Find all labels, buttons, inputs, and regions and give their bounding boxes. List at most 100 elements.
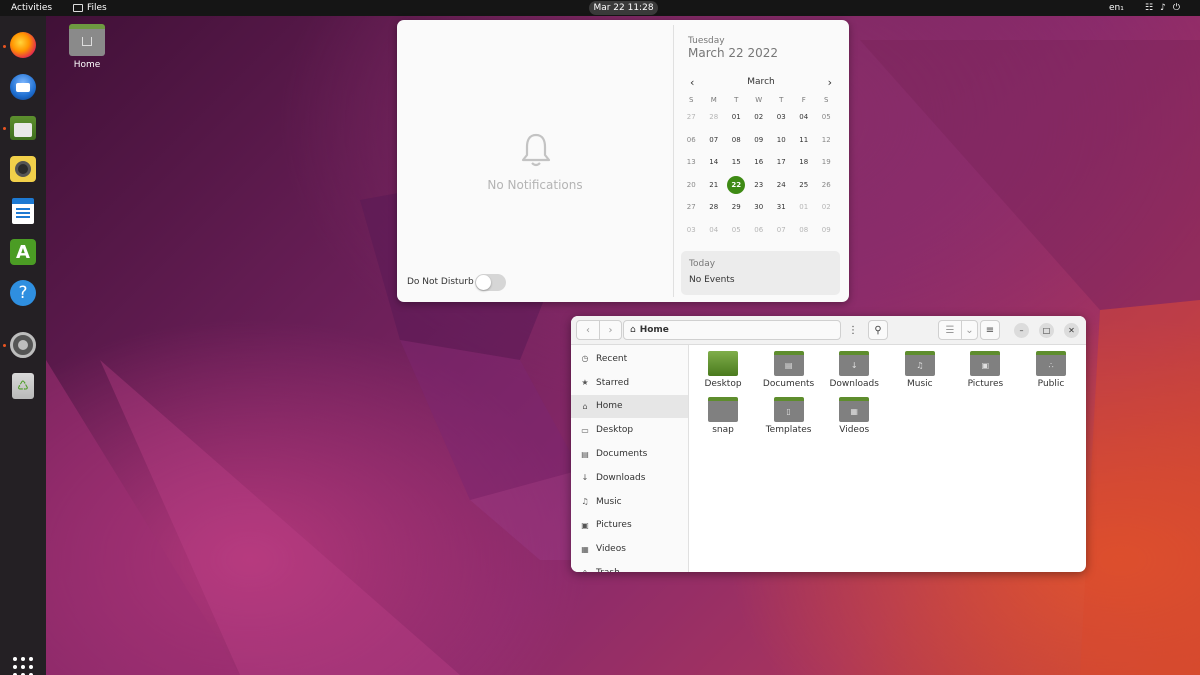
calendar-day[interactable]: 02 bbox=[815, 198, 838, 216]
show-apps-button[interactable] bbox=[13, 657, 33, 675]
calendar-day[interactable]: 20 bbox=[680, 176, 703, 194]
picture-icon: ▣ bbox=[581, 520, 589, 530]
calendar-day[interactable]: 27 bbox=[680, 198, 703, 216]
close-button[interactable]: ✕ bbox=[1064, 323, 1079, 338]
calendar-day[interactable]: 24 bbox=[770, 176, 793, 194]
sidebar-item-music[interactable]: ♫ Music bbox=[571, 490, 688, 514]
calendar-day[interactable]: 06 bbox=[748, 221, 771, 239]
sidebar-item-videos[interactable]: ▦ Videos bbox=[571, 537, 688, 561]
main-menu-button[interactable]: ≡ bbox=[980, 320, 1000, 340]
folder-item[interactable]: ▤ Documents bbox=[759, 351, 819, 389]
calendar-day[interactable]: 01 bbox=[725, 108, 748, 126]
dock-trash[interactable]: ♺ bbox=[9, 372, 37, 400]
forward-button[interactable]: › bbox=[599, 321, 621, 339]
dock-files[interactable] bbox=[9, 114, 37, 142]
folder-item[interactable]: ∴ Public bbox=[1021, 351, 1081, 389]
calendar-day[interactable]: 31 bbox=[770, 198, 793, 216]
dock-firefox[interactable] bbox=[9, 31, 37, 59]
calendar-day[interactable]: 05 bbox=[815, 108, 838, 126]
calendar-day[interactable]: 05 bbox=[725, 221, 748, 239]
folder-item[interactable]: ▦ Videos bbox=[824, 397, 884, 435]
calendar-day[interactable]: 29 bbox=[725, 198, 748, 216]
calendar-day[interactable]: 01 bbox=[793, 198, 816, 216]
folder-item[interactable]: ▯ Templates bbox=[759, 397, 819, 435]
sidebar-item-documents[interactable]: ▤ Documents bbox=[571, 442, 688, 466]
sidebar-item-trash[interactable]: ♺ Trash bbox=[571, 561, 688, 572]
dock-writer[interactable] bbox=[9, 197, 37, 225]
do-not-disturb-toggle[interactable] bbox=[475, 274, 506, 291]
calendar-day[interactable]: 28 bbox=[703, 198, 726, 216]
calendar-day[interactable]: 03 bbox=[770, 108, 793, 126]
folder-label: snap bbox=[712, 425, 734, 435]
language-indicator[interactable]: en₁ bbox=[1109, 2, 1124, 14]
calendar-day-today[interactable]: 22 bbox=[727, 175, 746, 194]
calendar-day[interactable]: 14 bbox=[703, 153, 726, 171]
calendar-day[interactable]: 27 bbox=[680, 108, 703, 126]
calendar-day[interactable]: 15 bbox=[725, 153, 748, 171]
calendar-day[interactable]: 10 bbox=[770, 131, 793, 149]
calendar-day[interactable]: 18 bbox=[793, 153, 816, 171]
calendar-day[interactable]: 26 bbox=[815, 176, 838, 194]
path-bar[interactable]: ⌂ Home bbox=[623, 320, 841, 340]
calendar-day[interactable]: 06 bbox=[680, 131, 703, 149]
calendar-day[interactable]: 30 bbox=[748, 198, 771, 216]
calendar-day[interactable]: 13 bbox=[680, 153, 703, 171]
app-menu-files[interactable]: Files bbox=[73, 2, 107, 14]
folder-item[interactable]: ↓ Downloads bbox=[824, 351, 884, 389]
search-button[interactable]: ⚲ bbox=[868, 320, 888, 340]
calendar-day[interactable]: 11 bbox=[793, 131, 816, 149]
dock-rhythmbox[interactable] bbox=[9, 155, 37, 183]
dock-help[interactable]: ? bbox=[9, 279, 37, 307]
calendar-day[interactable]: 19 bbox=[815, 153, 838, 171]
calendar-day[interactable]: 04 bbox=[703, 221, 726, 239]
desktop-icon: ▭ bbox=[581, 425, 589, 435]
folder-item[interactable]: ▣ Pictures bbox=[955, 351, 1015, 389]
calendar-day[interactable]: 12 bbox=[815, 131, 838, 149]
calendar-day[interactable]: 17 bbox=[770, 153, 793, 171]
folder-item[interactable]: ♫ Music bbox=[890, 351, 950, 389]
path-menu-button[interactable]: ⋮ bbox=[843, 320, 863, 340]
sidebar-item-recent[interactable]: ◷ Recent bbox=[571, 347, 688, 371]
sidebar-item-home[interactable]: ⌂ Home bbox=[571, 394, 688, 419]
back-button[interactable]: ‹ bbox=[577, 321, 599, 339]
calendar-day[interactable]: 21 bbox=[703, 176, 726, 194]
calendar-day[interactable]: 08 bbox=[725, 131, 748, 149]
folder-item[interactable]: snap bbox=[693, 397, 753, 435]
dock-software[interactable]: A bbox=[9, 238, 37, 266]
events-section[interactable]: Today No Events bbox=[681, 251, 840, 295]
dock-settings[interactable] bbox=[9, 331, 37, 359]
sidebar-item-downloads[interactable]: ↓ Downloads bbox=[571, 466, 688, 490]
calendar-full-date[interactable]: March 22 2022 bbox=[688, 46, 778, 60]
next-month-button[interactable]: › bbox=[828, 76, 832, 89]
calendar-day[interactable]: 16 bbox=[748, 153, 771, 171]
view-toggle-button[interactable]: ☰ bbox=[939, 321, 961, 339]
desktop-home-icon[interactable]: Home bbox=[66, 24, 108, 70]
clock-button[interactable]: Mar 22 11:28 bbox=[589, 1, 658, 15]
sidebar-item-desktop[interactable]: ▭ Desktop bbox=[571, 418, 688, 442]
activities-button[interactable]: Activities bbox=[11, 2, 52, 14]
calendar-day[interactable]: 04 bbox=[793, 108, 816, 126]
calendar-day[interactable]: 08 bbox=[793, 221, 816, 239]
calendar-day[interactable]: 03 bbox=[680, 221, 703, 239]
folder-item[interactable]: Desktop bbox=[693, 351, 753, 389]
view-options-button[interactable]: ⌄ bbox=[961, 321, 977, 339]
calendar-day[interactable]: 28 bbox=[703, 108, 726, 126]
calendar-grid: S M T W T F S 27 28 01 02 03 04 05 06 07 08 09 10 11 12 13 14 1… bbox=[680, 94, 842, 241]
calendar-day[interactable]: 25 bbox=[793, 176, 816, 194]
maximize-button[interactable]: □ bbox=[1039, 323, 1054, 338]
sidebar-item-pictures[interactable]: ▣ Pictures bbox=[571, 514, 688, 538]
calendar-day[interactable]: 09 bbox=[748, 131, 771, 149]
minimize-button[interactable]: – bbox=[1014, 323, 1029, 338]
calendar-day[interactable]: 02 bbox=[748, 108, 771, 126]
top-bar: Activities Files Mar 22 11:28 en₁ ☷ ♪ ⏻ bbox=[0, 0, 1200, 16]
sidebar-item-starred[interactable]: ★ Starred bbox=[571, 371, 688, 395]
calendar-day[interactable]: 07 bbox=[703, 131, 726, 149]
calendar-day[interactable]: 23 bbox=[748, 176, 771, 194]
calendar-day[interactable]: 09 bbox=[815, 221, 838, 239]
dock-thunderbird[interactable] bbox=[9, 73, 37, 101]
system-status-menu[interactable]: ☷ ♪ ⏻ bbox=[1145, 2, 1180, 14]
calendar-week: 03 04 05 06 07 08 09 bbox=[680, 219, 842, 242]
calendar-weekday[interactable]: Tuesday bbox=[688, 36, 725, 46]
star-icon: ★ bbox=[581, 378, 589, 388]
calendar-day[interactable]: 07 bbox=[770, 221, 793, 239]
